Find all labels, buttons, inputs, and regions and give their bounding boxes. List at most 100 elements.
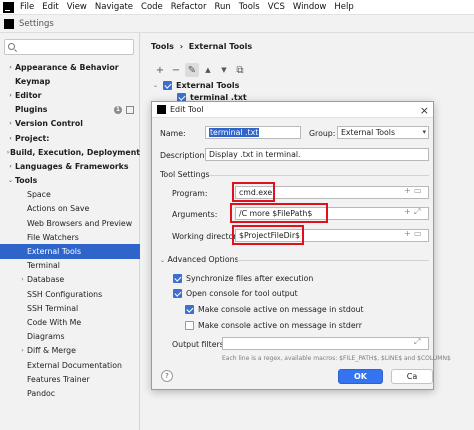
open-console-checkbox[interactable] [173, 289, 182, 298]
breadcrumb-current: External Tools [188, 42, 253, 51]
sidebar-item-label: Actions on Save [27, 204, 90, 214]
menu-run[interactable]: Run [214, 2, 230, 12]
chevron-icon[interactable]: › [6, 92, 15, 99]
insert-macro-icon[interactable]: + [404, 229, 411, 238]
window-logo-icon [4, 18, 14, 29]
close-icon[interactable]: × [420, 104, 429, 117]
output-filters-field[interactable] [222, 337, 429, 350]
settings-sidebar: › Appearance & Behavior Keymap › Editor Plugi… [0, 33, 140, 430]
description-field[interactable]: Display .txt in terminal. [205, 148, 429, 161]
remove-icon[interactable]: − [169, 63, 183, 77]
name-field[interactable]: terminal .txt [205, 126, 301, 139]
menu-navigate[interactable]: Navigate [95, 2, 133, 12]
sidebar-item-label: Tools [15, 176, 38, 186]
stderr-checkbox[interactable] [185, 321, 194, 330]
menu-window[interactable]: Window [293, 2, 327, 12]
menu-code[interactable]: Code [141, 2, 163, 12]
tree-group-row[interactable]: ⌄ External Tools [153, 79, 247, 91]
sidebar-item[interactable]: ⌄ Tools [0, 174, 140, 188]
sidebar-item-label: Web Browsers and Preview [27, 218, 133, 228]
edit-tool-dialog: Edit Tool × Name: terminal .txt Group: E… [151, 101, 451, 390]
sidebar-item[interactable]: › Version Control [0, 117, 140, 131]
group-label: Group: [309, 129, 336, 138]
settings-search-input[interactable] [19, 41, 129, 53]
sidebar-item[interactable]: Space [0, 188, 140, 202]
sidebar-item[interactable]: SSH Configurations [0, 287, 140, 301]
description-label: Description: [160, 151, 208, 160]
sidebar-item[interactable]: Plugins 1 [0, 103, 140, 117]
sidebar-item[interactable]: › Languages & Frameworks [0, 159, 140, 173]
chevron-icon[interactable]: › [18, 347, 27, 354]
menu-edit[interactable]: Edit [42, 2, 58, 12]
sidebar-item[interactable]: Pandoc [0, 386, 140, 400]
group-combo[interactable]: External Tools ▾ [337, 126, 429, 139]
menu-help[interactable]: Help [334, 2, 353, 12]
move-down-icon[interactable]: ▼ [217, 63, 231, 77]
chevron-icon[interactable]: › [6, 163, 15, 170]
add-icon[interactable]: + [153, 63, 167, 77]
chevron-icon[interactable]: › [18, 276, 27, 283]
move-up-icon[interactable]: ▲ [201, 63, 215, 77]
external-tools-toolbar: + − ✎ ▲ ▼ ⧉ [153, 63, 249, 77]
expand-icon[interactable]: ⤢ [414, 207, 420, 217]
breadcrumb: Tools › External Tools [151, 42, 252, 51]
chevron-icon[interactable]: › [6, 120, 15, 127]
insert-macro-icon[interactable]: + [404, 186, 411, 195]
sidebar-item[interactable]: Features Trainer [0, 372, 140, 386]
insert-macro-icon[interactable]: + [404, 207, 411, 216]
sidebar-item[interactable]: SSH Terminal [0, 301, 140, 315]
stdout-checkbox[interactable] [185, 305, 194, 314]
sidebar-item[interactable]: › Appearance & Behavior [0, 60, 140, 74]
ok-button[interactable]: OK [338, 369, 383, 384]
chevron-icon[interactable]: › [6, 135, 15, 142]
sidebar-item[interactable]: › Diff & Merge [0, 344, 140, 358]
sidebar-item[interactable]: Actions on Save [0, 202, 140, 216]
menu-file[interactable]: File [20, 2, 34, 12]
output-filters-label: Output filters: [172, 340, 227, 349]
tool-settings-heading: Tool Settings [160, 170, 210, 179]
sidebar-item-label: Terminal [27, 261, 60, 271]
folder-icon[interactable]: ▭ [414, 229, 422, 238]
sidebar-item[interactable]: File Watchers [0, 230, 140, 244]
edit-icon[interactable]: ✎ [185, 63, 199, 77]
group-value: External Tools [341, 128, 396, 137]
external-tools-tree: ⌄ External Tools terminal .txt [153, 79, 247, 103]
advanced-options-toggle[interactable]: ⌄ Advanced Options [160, 255, 239, 264]
open-console-label: Open console for tool output [186, 289, 298, 298]
breadcrumb-parent[interactable]: Tools [151, 42, 174, 51]
sidebar-item[interactable]: › Project: [0, 131, 140, 145]
sidebar-item-label: Space [27, 190, 51, 200]
name-value: terminal .txt [209, 128, 260, 137]
menu-refactor[interactable]: Refactor [171, 2, 207, 12]
help-icon[interactable]: ? [161, 370, 173, 382]
menu-tools[interactable]: Tools [239, 2, 260, 12]
advanced-options-divider [236, 260, 429, 261]
sidebar-item[interactable]: › Editor [0, 88, 140, 102]
sidebar-item[interactable]: › Database [0, 273, 140, 287]
collapse-arrow-icon[interactable]: ⌄ [153, 82, 163, 89]
chevron-icon[interactable]: ⌄ [6, 177, 15, 184]
name-label: Name: [160, 129, 186, 138]
sidebar-item[interactable]: External Tools [0, 244, 140, 259]
update-badge: 1 [114, 105, 122, 114]
stderr-label: Make console active on message in stderr [198, 321, 362, 330]
sidebar-item[interactable]: Code With Me [0, 315, 140, 329]
chevron-icon[interactable]: › [6, 64, 15, 71]
copy-icon[interactable]: ⧉ [233, 63, 247, 77]
sync-checkbox[interactable] [173, 274, 182, 283]
sidebar-item[interactable]: › Build, Execution, Deployment [0, 145, 140, 159]
sidebar-item[interactable]: Keymap [0, 74, 140, 88]
settings-search[interactable] [4, 39, 134, 55]
menu-view[interactable]: View [67, 2, 87, 12]
sidebar-item[interactable]: Terminal [0, 259, 140, 273]
group-checkbox[interactable] [163, 80, 172, 90]
cancel-button[interactable]: Ca [391, 369, 433, 384]
sidebar-item[interactable]: Web Browsers and Preview [0, 216, 140, 230]
menu-vcs[interactable]: VCS [268, 2, 285, 12]
sidebar-item-label: Features Trainer [27, 374, 90, 384]
expand-icon[interactable]: ⤢ [414, 337, 420, 347]
sidebar-item[interactable]: Diagrams [0, 330, 140, 344]
sync-label: Synchronize files after execution [186, 274, 314, 283]
folder-icon[interactable]: ▭ [414, 186, 422, 195]
sidebar-item[interactable]: External Documentation [0, 358, 140, 372]
